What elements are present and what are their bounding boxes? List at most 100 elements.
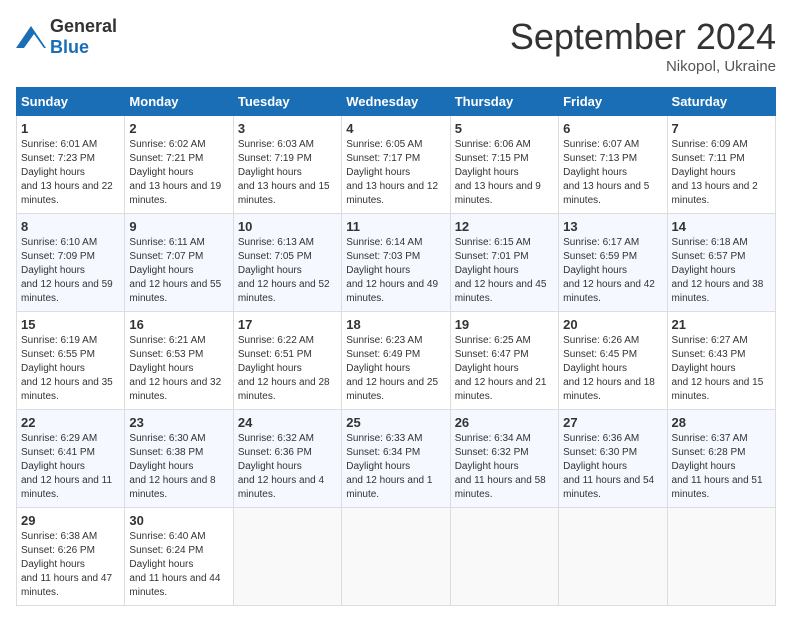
- table-row: 15 Sunrise: 6:19 AM Sunset: 6:55 PM Dayl…: [17, 312, 125, 410]
- day-number: 20: [563, 317, 662, 332]
- logo: General Blue: [16, 16, 117, 58]
- table-row: 9 Sunrise: 6:11 AM Sunset: 7:07 PM Dayli…: [125, 214, 233, 312]
- day-info: Sunrise: 6:32 AM Sunset: 6:36 PM Dayligh…: [238, 432, 337, 502]
- calendar-table: Sunday Monday Tuesday Wednesday Thursday…: [16, 87, 776, 606]
- day-number: 12: [455, 219, 554, 234]
- day-number: 18: [346, 317, 445, 332]
- table-row: 24 Sunrise: 6:32 AM Sunset: 6:36 PM Dayl…: [233, 410, 341, 508]
- logo-blue-text: Blue: [50, 37, 89, 57]
- table-row: 3 Sunrise: 6:03 AM Sunset: 7:19 PM Dayli…: [233, 116, 341, 214]
- table-row: [342, 508, 450, 606]
- day-info: Sunrise: 6:18 AM Sunset: 6:57 PM Dayligh…: [672, 236, 771, 306]
- logo-general-text: General: [50, 16, 117, 36]
- table-row: 27 Sunrise: 6:36 AM Sunset: 6:30 PM Dayl…: [559, 410, 667, 508]
- col-sunday: Sunday: [17, 88, 125, 116]
- table-row: 7 Sunrise: 6:09 AM Sunset: 7:11 PM Dayli…: [667, 116, 775, 214]
- day-number: 22: [21, 415, 120, 430]
- table-row: 22 Sunrise: 6:29 AM Sunset: 6:41 PM Dayl…: [17, 410, 125, 508]
- day-number: 30: [129, 513, 228, 528]
- col-monday: Monday: [125, 88, 233, 116]
- day-number: 29: [21, 513, 120, 528]
- table-row: 14 Sunrise: 6:18 AM Sunset: 6:57 PM Dayl…: [667, 214, 775, 312]
- day-info: Sunrise: 6:38 AM Sunset: 6:26 PM Dayligh…: [21, 530, 120, 600]
- day-info: Sunrise: 6:06 AM Sunset: 7:15 PM Dayligh…: [455, 138, 554, 208]
- day-info: Sunrise: 6:02 AM Sunset: 7:21 PM Dayligh…: [129, 138, 228, 208]
- table-row: 20 Sunrise: 6:26 AM Sunset: 6:45 PM Dayl…: [559, 312, 667, 410]
- day-number: 13: [563, 219, 662, 234]
- day-info: Sunrise: 6:36 AM Sunset: 6:30 PM Dayligh…: [563, 432, 662, 502]
- day-info: Sunrise: 6:17 AM Sunset: 6:59 PM Dayligh…: [563, 236, 662, 306]
- day-info: Sunrise: 6:10 AM Sunset: 7:09 PM Dayligh…: [21, 236, 120, 306]
- day-info: Sunrise: 6:01 AM Sunset: 7:23 PM Dayligh…: [21, 138, 120, 208]
- day-info: Sunrise: 6:29 AM Sunset: 6:41 PM Dayligh…: [21, 432, 120, 502]
- table-row: 11 Sunrise: 6:14 AM Sunset: 7:03 PM Dayl…: [342, 214, 450, 312]
- table-row: 25 Sunrise: 6:33 AM Sunset: 6:34 PM Dayl…: [342, 410, 450, 508]
- table-row: 10 Sunrise: 6:13 AM Sunset: 7:05 PM Dayl…: [233, 214, 341, 312]
- col-wednesday: Wednesday: [342, 88, 450, 116]
- day-info: Sunrise: 6:15 AM Sunset: 7:01 PM Dayligh…: [455, 236, 554, 306]
- col-tuesday: Tuesday: [233, 88, 341, 116]
- day-number: 23: [129, 415, 228, 430]
- table-row: 17 Sunrise: 6:22 AM Sunset: 6:51 PM Dayl…: [233, 312, 341, 410]
- day-info: Sunrise: 6:33 AM Sunset: 6:34 PM Dayligh…: [346, 432, 445, 502]
- table-row: 26 Sunrise: 6:34 AM Sunset: 6:32 PM Dayl…: [450, 410, 558, 508]
- table-row: 13 Sunrise: 6:17 AM Sunset: 6:59 PM Dayl…: [559, 214, 667, 312]
- day-number: 16: [129, 317, 228, 332]
- day-number: 1: [21, 121, 120, 136]
- table-row: 6 Sunrise: 6:07 AM Sunset: 7:13 PM Dayli…: [559, 116, 667, 214]
- logo-icon: [16, 26, 46, 48]
- day-info: Sunrise: 6:05 AM Sunset: 7:17 PM Dayligh…: [346, 138, 445, 208]
- table-row: 28 Sunrise: 6:37 AM Sunset: 6:28 PM Dayl…: [667, 410, 775, 508]
- day-number: 11: [346, 219, 445, 234]
- table-row: 5 Sunrise: 6:06 AM Sunset: 7:15 PM Dayli…: [450, 116, 558, 214]
- day-number: 10: [238, 219, 337, 234]
- table-row: 16 Sunrise: 6:21 AM Sunset: 6:53 PM Dayl…: [125, 312, 233, 410]
- location-title: Nikopol, Ukraine: [510, 58, 776, 75]
- table-row: 29 Sunrise: 6:38 AM Sunset: 6:26 PM Dayl…: [17, 508, 125, 606]
- day-number: 26: [455, 415, 554, 430]
- day-number: 6: [563, 121, 662, 136]
- day-number: 24: [238, 415, 337, 430]
- table-row: [233, 508, 341, 606]
- day-number: 21: [672, 317, 771, 332]
- day-info: Sunrise: 6:34 AM Sunset: 6:32 PM Dayligh…: [455, 432, 554, 502]
- table-row: [667, 508, 775, 606]
- day-number: 2: [129, 121, 228, 136]
- col-saturday: Saturday: [667, 88, 775, 116]
- day-info: Sunrise: 6:11 AM Sunset: 7:07 PM Dayligh…: [129, 236, 228, 306]
- day-number: 7: [672, 121, 771, 136]
- day-number: 5: [455, 121, 554, 136]
- table-row: [559, 508, 667, 606]
- day-info: Sunrise: 6:23 AM Sunset: 6:49 PM Dayligh…: [346, 334, 445, 404]
- table-row: 19 Sunrise: 6:25 AM Sunset: 6:47 PM Dayl…: [450, 312, 558, 410]
- day-number: 19: [455, 317, 554, 332]
- day-info: Sunrise: 6:40 AM Sunset: 6:24 PM Dayligh…: [129, 530, 228, 600]
- day-info: Sunrise: 6:21 AM Sunset: 6:53 PM Dayligh…: [129, 334, 228, 404]
- day-info: Sunrise: 6:07 AM Sunset: 7:13 PM Dayligh…: [563, 138, 662, 208]
- table-row: 1 Sunrise: 6:01 AM Sunset: 7:23 PM Dayli…: [17, 116, 125, 214]
- day-info: Sunrise: 6:19 AM Sunset: 6:55 PM Dayligh…: [21, 334, 120, 404]
- day-info: Sunrise: 6:03 AM Sunset: 7:19 PM Dayligh…: [238, 138, 337, 208]
- table-row: 4 Sunrise: 6:05 AM Sunset: 7:17 PM Dayli…: [342, 116, 450, 214]
- day-info: Sunrise: 6:27 AM Sunset: 6:43 PM Dayligh…: [672, 334, 771, 404]
- day-number: 28: [672, 415, 771, 430]
- table-row: 30 Sunrise: 6:40 AM Sunset: 6:24 PM Dayl…: [125, 508, 233, 606]
- day-number: 9: [129, 219, 228, 234]
- col-thursday: Thursday: [450, 88, 558, 116]
- page-header: General Blue September 2024 Nikopol, Ukr…: [16, 16, 776, 75]
- day-number: 8: [21, 219, 120, 234]
- day-number: 25: [346, 415, 445, 430]
- table-row: 2 Sunrise: 6:02 AM Sunset: 7:21 PM Dayli…: [125, 116, 233, 214]
- month-title: September 2024: [510, 16, 776, 58]
- table-row: 8 Sunrise: 6:10 AM Sunset: 7:09 PM Dayli…: [17, 214, 125, 312]
- day-info: Sunrise: 6:26 AM Sunset: 6:45 PM Dayligh…: [563, 334, 662, 404]
- day-number: 4: [346, 121, 445, 136]
- day-number: 14: [672, 219, 771, 234]
- day-info: Sunrise: 6:22 AM Sunset: 6:51 PM Dayligh…: [238, 334, 337, 404]
- table-row: 23 Sunrise: 6:30 AM Sunset: 6:38 PM Dayl…: [125, 410, 233, 508]
- table-row: 21 Sunrise: 6:27 AM Sunset: 6:43 PM Dayl…: [667, 312, 775, 410]
- day-number: 27: [563, 415, 662, 430]
- col-friday: Friday: [559, 88, 667, 116]
- day-number: 3: [238, 121, 337, 136]
- table-row: 12 Sunrise: 6:15 AM Sunset: 7:01 PM Dayl…: [450, 214, 558, 312]
